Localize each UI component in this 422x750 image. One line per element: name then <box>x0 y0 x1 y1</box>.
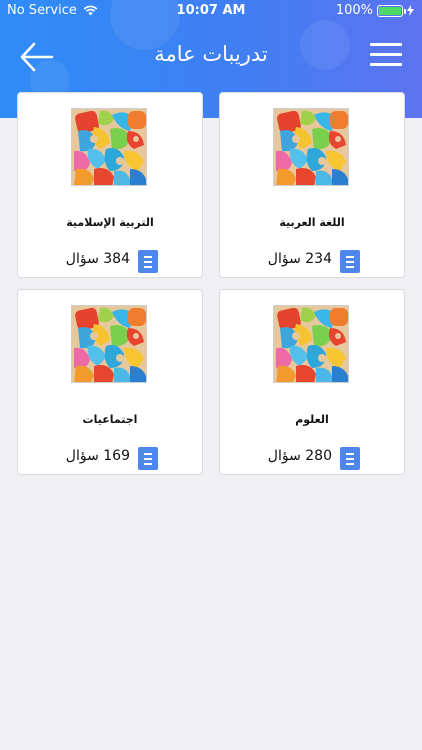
letters-image <box>72 306 147 383</box>
battery-icon <box>377 4 406 17</box>
question-count-row: 169 سؤال <box>18 447 202 471</box>
question-count-row: 280 سؤال <box>220 447 404 471</box>
menu-button[interactable] <box>370 41 402 69</box>
subject-card-science[interactable]: العلوم 280 سؤال <box>219 289 405 475</box>
question-count: 169 سؤال <box>65 448 130 464</box>
subject-image <box>273 305 349 383</box>
hamburger-menu-icon <box>370 53 402 56</box>
navigation-bar: تدريبات عامة <box>0 24 422 90</box>
question-count-row: 384 سؤال <box>18 250 202 274</box>
document-icon <box>340 447 360 470</box>
status-right: 100% <box>336 3 414 18</box>
question-count: 384 سؤال <box>65 251 130 267</box>
subject-card-islamic[interactable]: التربية الإسلامية 384 سؤال <box>17 92 203 278</box>
battery-fill <box>379 6 401 15</box>
subject-card-social[interactable]: اجتماعيات 169 سؤال <box>17 289 203 475</box>
letters-image <box>72 109 147 186</box>
page-title: تدريبات عامة <box>154 42 268 66</box>
card-title: التربية الإسلامية <box>66 216 154 229</box>
letters-image <box>274 109 349 186</box>
document-icon <box>138 447 158 470</box>
document-icon <box>340 250 360 273</box>
battery-percent: 100% <box>335 3 373 18</box>
hamburger-menu-icon <box>370 63 402 66</box>
card-title: العلوم <box>295 413 329 426</box>
document-icon <box>138 250 158 273</box>
subject-image <box>71 305 147 383</box>
question-count-row: 234 سؤال <box>220 250 404 274</box>
card-title: اللغة العربية <box>279 216 345 229</box>
question-count: 234 سؤال <box>267 251 332 267</box>
letters-image <box>274 306 349 383</box>
card-title: اجتماعيات <box>82 413 138 426</box>
charging-bolt-icon <box>407 5 414 16</box>
hamburger-menu-icon <box>370 43 402 46</box>
status-bar: No Service 10:07 AM 100% <box>0 0 422 24</box>
question-count: 280 سؤال <box>267 448 332 464</box>
subject-image <box>71 108 147 186</box>
subject-image <box>273 108 349 186</box>
subject-card-arabic[interactable]: اللغة العربية 234 سؤال <box>219 92 405 278</box>
